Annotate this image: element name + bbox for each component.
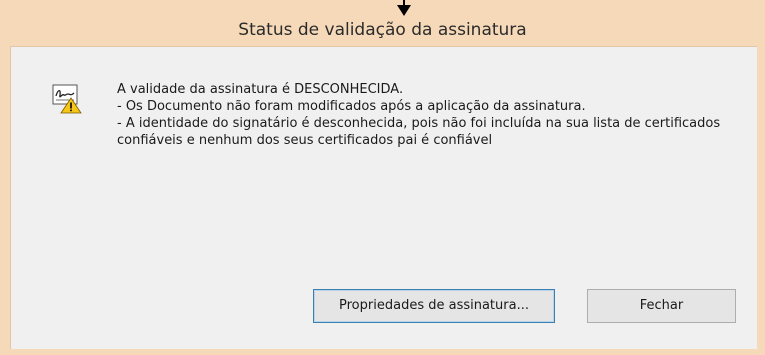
message-line-identity: - A identidade do signatário é desconhec… (117, 116, 721, 148)
window-frame-bottom (0, 349, 765, 355)
message-line-modification: - Os Documento não foram modificados apó… (117, 99, 586, 114)
validation-message: A validade da assinatura é DESCONHECIDA.… (117, 81, 737, 149)
dialog-title: Status de validação da assinatura (238, 20, 527, 40)
message-line-status: A validade da assinatura é DESCONHECIDA. (117, 82, 404, 97)
title-bar[interactable]: Status de validação da assinatura (0, 0, 765, 46)
window-frame-left (0, 46, 10, 355)
down-arrow-icon (397, 5, 411, 16)
close-button[interactable]: Fechar (587, 289, 736, 323)
signature-validation-dialog: Status de validação da assinatura A vali… (0, 0, 765, 355)
signature-warning-icon (52, 84, 82, 114)
signature-properties-button[interactable]: Propriedades de assinatura... (313, 289, 555, 323)
window-frame-right (757, 46, 765, 355)
